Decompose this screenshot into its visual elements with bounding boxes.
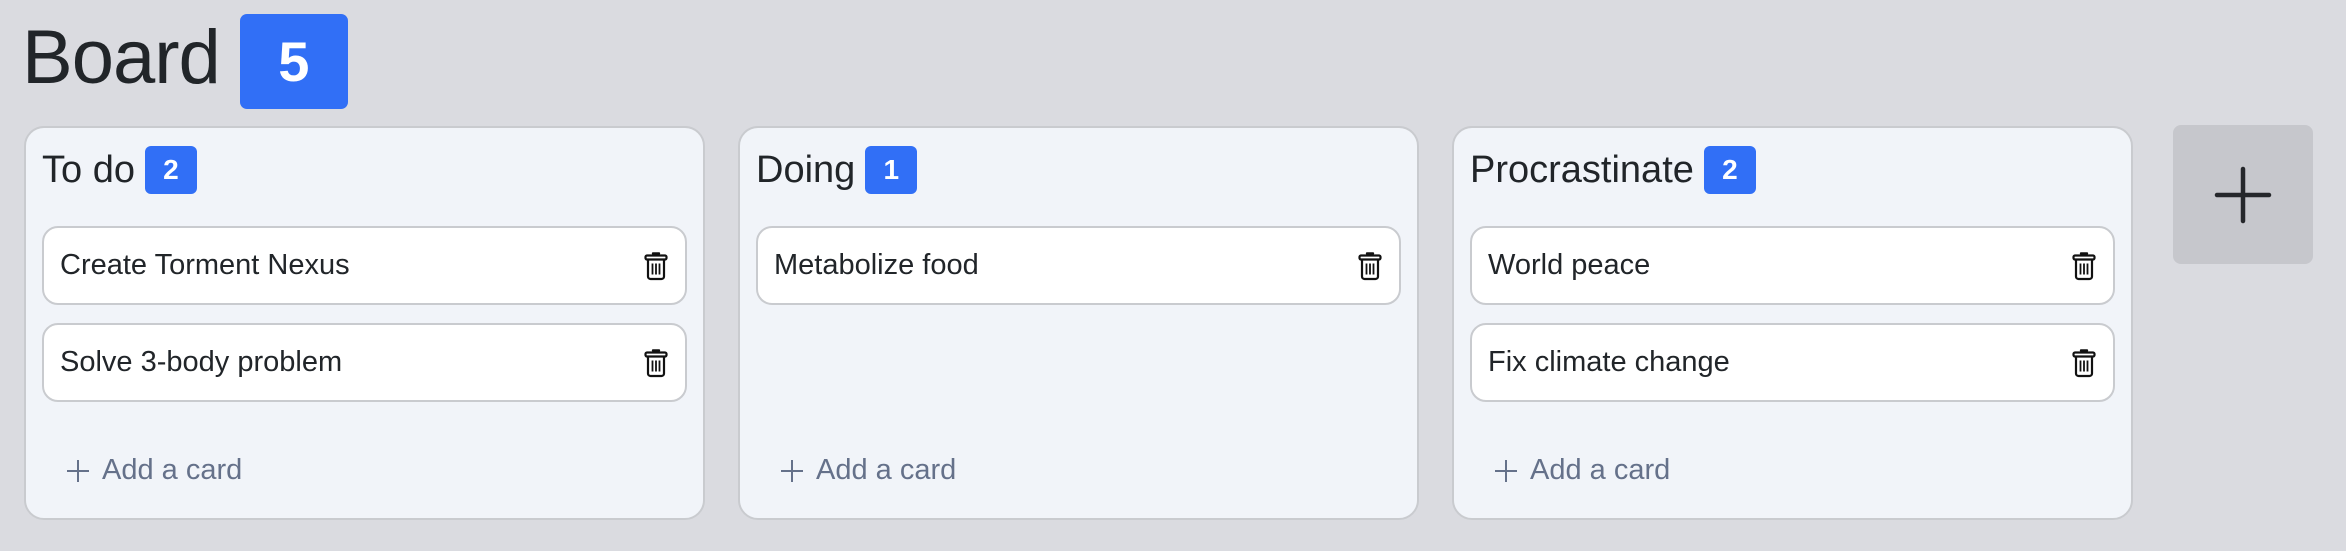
column-count-badge: 1 [865,146,918,194]
trash-icon[interactable] [1355,249,1385,283]
column-title[interactable]: Procrastinate [1470,149,1694,192]
add-column-button[interactable] [2173,125,2313,264]
trash-icon[interactable] [2069,249,2099,283]
column-header: Procrastinate 2 [1470,146,1756,194]
card-list: Metabolize food [756,226,1401,305]
plus-icon [1495,459,1517,482]
card[interactable]: Solve 3-body problem [42,323,687,402]
card[interactable]: Fix climate change [1470,323,2115,402]
card-text: Create Torment Nexus [60,249,350,281]
column-procrastinate: Procrastinate 2 World peace Fix climate … [1452,126,2133,520]
board-title: Board [22,14,221,100]
add-card-button[interactable]: Add a card [780,454,956,487]
column-count-badge: 2 [144,146,197,194]
card-text: World peace [1488,249,1651,281]
card-text: Fix climate change [1488,346,1730,378]
board-total-badge: 5 [239,14,348,109]
card-text: Metabolize food [774,249,979,281]
trash-icon[interactable] [2069,346,2099,380]
board-columns: To do 2 Create Torment Nexus Solve 3-bod… [24,126,2133,520]
add-card-label: Add a card [102,454,243,486]
plus-icon [2214,166,2272,223]
column-doing: Doing 1 Metabolize food Add a card [738,126,1419,520]
card-text: Solve 3-body problem [60,346,343,378]
add-card-button[interactable]: Add a card [1494,454,1670,487]
column-header: To do 2 [42,146,197,194]
card-list: Create Torment Nexus Solve 3-body proble… [42,226,687,402]
column-title[interactable]: Doing [756,149,855,192]
card-list: World peace Fix climate change [1470,226,2115,402]
trash-icon[interactable] [641,346,671,380]
plus-icon [781,459,803,482]
add-card-label: Add a card [1530,454,1671,486]
trash-icon[interactable] [641,249,671,283]
card[interactable]: World peace [1470,226,2115,305]
column-count-badge: 2 [1703,146,1756,194]
add-card-button[interactable]: Add a card [66,454,242,487]
board-header: Board 5 [22,14,348,109]
plus-icon [67,459,89,482]
card[interactable]: Metabolize food [756,226,1401,305]
card[interactable]: Create Torment Nexus [42,226,687,305]
add-card-label: Add a card [816,454,957,486]
column-header: Doing 1 [756,146,918,194]
column-to-do: To do 2 Create Torment Nexus Solve 3-bod… [24,126,705,520]
column-title[interactable]: To do [42,149,135,192]
